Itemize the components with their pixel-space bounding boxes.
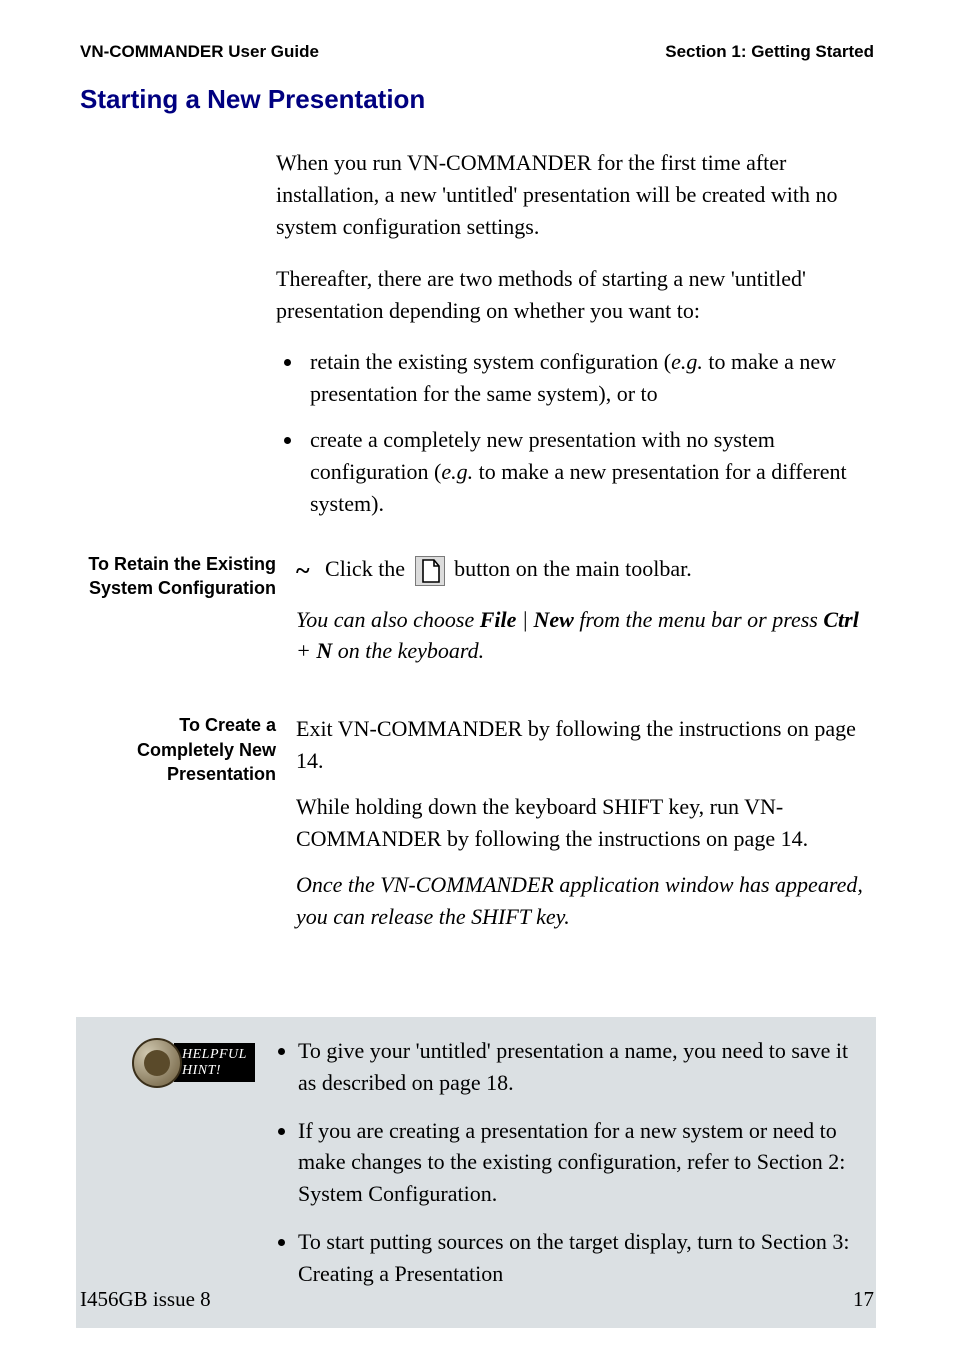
text: on the keyboard.: [332, 638, 484, 663]
key-n: N: [316, 638, 332, 663]
retain-line1-pre: Click the: [325, 556, 405, 581]
tilde-icon: ~: [296, 552, 310, 590]
intro-bullet-list: retain the existing system configuration…: [276, 346, 874, 519]
hint-item-3: To start putting sources on the target d…: [298, 1226, 854, 1290]
create-p2: While holding down the keyboard SHIFT ke…: [296, 791, 874, 855]
create-p1: Exit VN-COMMANDER by following the instr…: [296, 713, 874, 777]
menu-file: File: [480, 607, 517, 632]
badge-line2: HINT!: [182, 1063, 247, 1078]
header-right: Section 1: Getting Started: [665, 42, 874, 62]
retain-line2: You can also choose File | New from the …: [296, 604, 874, 668]
helpful-hint-box: HELPFUL HINT! To give your 'untitled' pr…: [76, 1017, 876, 1328]
retain-section: To Retain the Existing System Configurat…: [80, 552, 874, 681]
create-section: To Create a Completely New Presentation …: [80, 713, 874, 946]
create-content: Exit VN-COMMANDER by following the instr…: [296, 713, 874, 946]
text: |: [516, 607, 533, 632]
page-footer: I456GB issue 8 17: [80, 1287, 874, 1312]
hint-item-2: If you are creating a presentation for a…: [298, 1115, 854, 1211]
header-left: VN-COMMANDER User Guide: [80, 42, 319, 62]
menu-new: New: [533, 607, 573, 632]
create-label: To Create a Completely New Presentation: [80, 713, 276, 946]
new-file-toolbar-icon: [415, 556, 445, 586]
hint-badge-label: HELPFUL HINT!: [174, 1043, 255, 1082]
hint-globe-icon: [132, 1038, 182, 1088]
intro-block: When you run VN-COMMANDER for the first …: [276, 147, 874, 520]
intro-paragraph-2: Thereafter, there are two methods of sta…: [276, 263, 874, 327]
footer-page-number: 17: [853, 1287, 874, 1312]
page-heading: Starting a New Presentation: [80, 84, 874, 115]
eg-text: e.g.: [671, 349, 703, 374]
hint-list: To give your 'untitled' presentation a n…: [276, 1035, 854, 1306]
intro-bullet-2: create a completely new presentation wit…: [304, 424, 874, 520]
badge-line1: HELPFUL: [182, 1047, 247, 1062]
key-ctrl: Ctrl: [823, 607, 858, 632]
eg-text: e.g.: [441, 459, 473, 484]
page-content: VN-COMMANDER User Guide Section 1: Getti…: [0, 0, 954, 1368]
footer-left: I456GB issue 8: [80, 1287, 211, 1312]
intro-bullet-1: retain the existing system configuration…: [304, 346, 874, 410]
create-p3: Once the VN-COMMANDER application window…: [296, 869, 874, 933]
hint-item-1: To give your 'untitled' presentation a n…: [298, 1035, 854, 1099]
retain-line1-post: button on the main toolbar.: [454, 556, 692, 581]
helpful-hint-badge: HELPFUL HINT!: [132, 1035, 262, 1091]
bullet-text: retain the existing system configuration…: [310, 349, 671, 374]
text: You can also choose: [296, 607, 480, 632]
text: +: [296, 638, 316, 663]
intro-paragraph-1: When you run VN-COMMANDER for the first …: [276, 147, 874, 243]
hint-badge-wrap: HELPFUL HINT!: [88, 1035, 262, 1091]
text: from the menu bar or press: [574, 607, 824, 632]
retain-label: To Retain the Existing System Configurat…: [80, 552, 276, 681]
running-header: VN-COMMANDER User Guide Section 1: Getti…: [80, 42, 874, 62]
retain-content: ~ Click the button on the main toolbar. …: [296, 552, 874, 681]
